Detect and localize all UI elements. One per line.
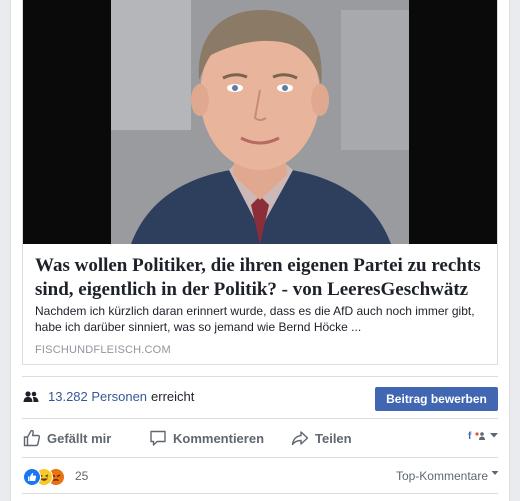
like-button[interactable]: Gefällt mir	[23, 429, 111, 447]
audience-selector[interactable]: f	[468, 429, 499, 441]
divider	[22, 376, 498, 377]
divider	[22, 457, 498, 458]
chevron-down-icon	[490, 433, 498, 438]
comments-sort-dropdown[interactable]: Top-Kommentare	[396, 469, 499, 483]
link-preview[interactable]: Was wollen Politiker, die ihren eigenen …	[22, 0, 498, 365]
reach-count-link[interactable]: 13.282 Personen	[48, 389, 147, 404]
reaction-icons[interactable]	[23, 468, 75, 486]
link-domain: FISCHUNDFLEISCH.COM	[35, 344, 171, 356]
share-arrow-icon	[291, 431, 309, 446]
caret-down-icon	[491, 471, 499, 475]
divider	[22, 418, 498, 419]
svg-text:f: f	[468, 431, 472, 441]
link-headline[interactable]: Was wollen Politiker, die ihren eigenen …	[35, 254, 487, 302]
like-label: Gefällt mir	[47, 430, 112, 446]
action-bar: Gefällt mir Kommentieren Teilen f	[23, 429, 499, 449]
reaction-count[interactable]: 25	[75, 469, 88, 483]
reach-stats: 13.282 Personen erreicht	[23, 389, 194, 404]
like-icon	[23, 468, 41, 486]
link-description: Nachdem ich kürzlich daran erinnert wurd…	[35, 304, 475, 334]
reactions-summary: 25 Top-Kommentare	[23, 466, 499, 488]
comment-label: Kommentieren	[173, 430, 265, 446]
page-audience-icon: f	[468, 431, 485, 441]
comment-button[interactable]: Kommentieren	[149, 429, 264, 447]
portrait-illustration	[111, 0, 409, 244]
reach-suffix: erreicht	[151, 389, 195, 404]
thumbs-up-icon	[23, 429, 41, 447]
link-preview-image[interactable]	[23, 0, 497, 244]
portrait-photo	[111, 0, 409, 244]
people-icon	[23, 390, 39, 402]
comments-sort-label: Top-Kommentare	[395, 469, 488, 483]
share-label: Teilen	[315, 430, 352, 446]
divider	[22, 493, 498, 494]
share-button[interactable]: Teilen	[291, 429, 352, 447]
post-card: Was wollen Politiker, die ihren eigenen …	[10, 0, 510, 501]
comment-bubble-icon	[150, 430, 166, 446]
boost-post-button[interactable]: Beitrag bewerben	[375, 387, 498, 411]
